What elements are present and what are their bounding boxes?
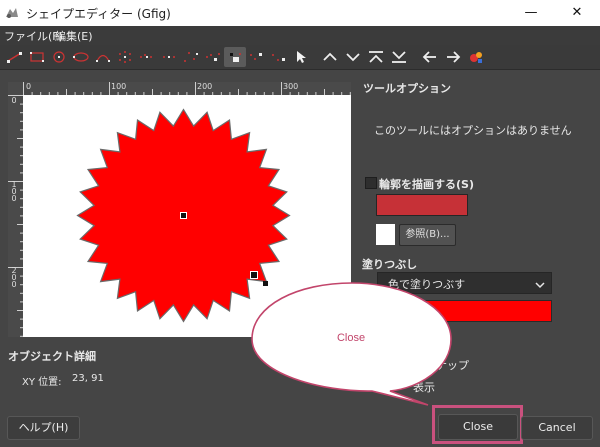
callout-text: Close [336, 332, 366, 344]
star-center-handle[interactable] [180, 212, 187, 219]
menu-edit[interactable]: 編集(E) [55, 28, 93, 44]
ruler-corner [8, 82, 23, 95]
preview-canvas[interactable] [23, 95, 351, 337]
show-image-checkbox-label[interactable]: 表示 [413, 379, 435, 395]
ruler-v-label-100: 100 [11, 180, 17, 203]
snap-to-grid-checkbox-label[interactable]: スナップ [425, 357, 469, 373]
rectangle-tool-icon[interactable] [26, 47, 48, 67]
ruler-label-200: 200 [197, 82, 213, 91]
stroke-color-button[interactable] [376, 194, 468, 216]
star-inner-handle[interactable] [263, 281, 268, 286]
star-radius-handle[interactable] [250, 271, 258, 279]
ruler-horizontal: 0 100 200 300 [23, 82, 351, 95]
ellipse-tool-icon[interactable] [70, 47, 92, 67]
fill-type-value: 色で塗りつぶす [388, 278, 466, 291]
help-button[interactable]: ヘルプ(H) [7, 416, 80, 440]
lower-to-bottom-icon[interactable] [388, 47, 410, 67]
no-options-message: このツールにはオプションはありません [374, 124, 572, 137]
close-window-button[interactable]: ✕ [554, 0, 600, 26]
gimp-app-icon [4, 5, 20, 21]
move-object-tool-icon[interactable] [202, 47, 224, 67]
move-point-tool-icon[interactable] [224, 47, 246, 67]
brush-preview-swatch[interactable] [376, 224, 395, 245]
object-details-heading: オブジェクト詳細 [8, 350, 96, 363]
chevron-down-icon [535, 279, 545, 292]
polygon-tool-icon[interactable] [114, 47, 136, 67]
tool-options-heading: ツールオプション [363, 82, 451, 95]
ruler-v-label-0: 0 [11, 96, 17, 105]
spiral-tool-icon[interactable] [158, 47, 180, 67]
xy-position-label: XY 位置: [22, 377, 62, 388]
title-bar: シェイプエディター (Gfig) — ✕ [0, 0, 600, 26]
stroke-checkbox[interactable] [365, 177, 377, 189]
ruler-v-label-200: 200 [11, 266, 17, 289]
stroke-checkbox-label[interactable]: 輪郭を描画する(S) [379, 176, 474, 192]
show-all-objects-icon[interactable] [465, 47, 487, 67]
minimize-button[interactable]: — [508, 0, 554, 26]
lower-object-icon[interactable] [342, 47, 364, 67]
close-button[interactable]: Close [438, 414, 518, 440]
ruler-label-100: 100 [111, 82, 127, 91]
menu-bar: ファイル(F) 編集(E) [0, 26, 600, 45]
ruler-label-0: 0 [26, 82, 32, 91]
prev-object-icon[interactable] [419, 47, 441, 67]
fill-heading: 塗りつぶし [362, 258, 418, 271]
show-grid-checkbox-label[interactable]: 示 [425, 333, 436, 349]
ruler-vertical: 0 100 200 [8, 95, 23, 337]
line-tool-icon[interactable] [4, 47, 26, 67]
select-object-tool-icon[interactable] [290, 47, 312, 67]
star-tool-icon[interactable] [136, 47, 158, 67]
cancel-button[interactable]: Cancel [521, 416, 593, 440]
toolbar [0, 45, 600, 70]
fill-type-select[interactable]: 色で塗りつぶす [377, 272, 552, 294]
xy-position-value: 23, 91 [72, 373, 104, 384]
copy-object-tool-icon[interactable] [246, 47, 268, 67]
ruler-label-300: 300 [283, 82, 299, 91]
bezier-tool-icon[interactable] [180, 47, 202, 67]
window-title: シェイプエディター (Gfig) [26, 7, 171, 21]
delete-object-tool-icon[interactable] [268, 47, 290, 67]
browse-brush-button[interactable]: 参照(B)... [399, 224, 456, 246]
next-object-icon[interactable] [442, 47, 464, 67]
fill-color-button[interactable] [415, 300, 552, 322]
raise-to-top-icon[interactable] [365, 47, 387, 67]
raise-object-icon[interactable] [319, 47, 341, 67]
arc-tool-icon[interactable] [92, 47, 114, 67]
circle-tool-icon[interactable] [48, 47, 70, 67]
